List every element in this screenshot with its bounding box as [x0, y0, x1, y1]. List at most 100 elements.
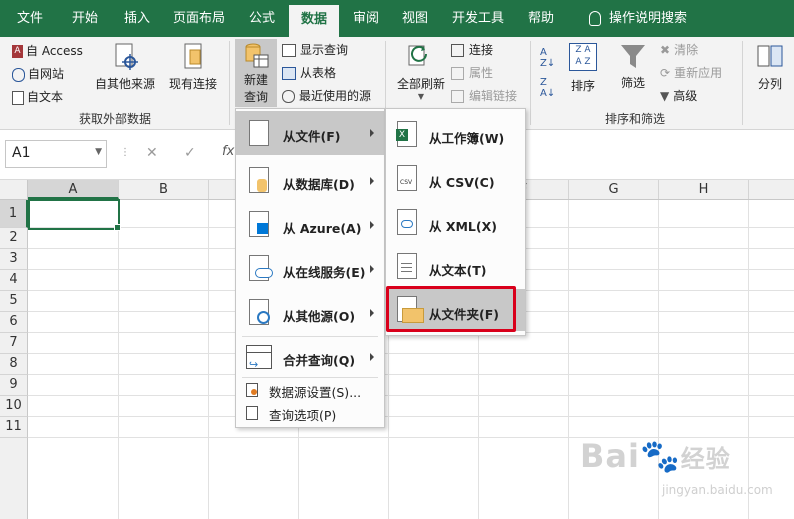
text-icon [12, 90, 24, 105]
tell-me-search[interactable]: 操作说明搜索 [578, 0, 698, 37]
lightbulb-icon [588, 11, 601, 26]
column-header-g[interactable]: G [569, 180, 659, 199]
submenu-item-from-csv[interactable]: CSV 从 CSV(C) [386, 157, 525, 201]
submenu-arrow-icon [370, 129, 374, 137]
row-header-2[interactable]: 2 [0, 228, 28, 249]
column-header-h[interactable]: H [659, 180, 749, 199]
row-header-10[interactable]: 10 [0, 396, 28, 417]
split-columns-icon [757, 45, 783, 67]
submenu-item-from-workbook[interactable]: X 从工作簿(W) [386, 113, 525, 157]
database-icon [249, 167, 269, 193]
row-header-11[interactable]: 11 [0, 417, 28, 438]
chevron-down-icon: ▼ [95, 147, 102, 157]
cancel-formula-icon[interactable]: ✕ [146, 145, 158, 161]
sort-dialog-icon: Z AA Z [569, 43, 597, 71]
advanced-filter-button[interactable]: ▼ 高级 [660, 87, 697, 104]
menu-item-label: 从数据库(D) [283, 177, 355, 192]
watermark-logo: Bai🐾经验 [580, 437, 731, 475]
tab-insert[interactable]: 插入 [112, 0, 162, 37]
menu-item-from-database[interactable]: 从数据库(D) [236, 159, 384, 203]
sort-button[interactable]: Z AA Z 排序 [564, 39, 602, 99]
edit-links-icon [451, 90, 464, 103]
watermark-brand2: 经验 [680, 445, 731, 473]
row-header-7[interactable]: 7 [0, 333, 28, 354]
menu-item-combine-queries[interactable]: ↪ 合并查询(Q) [236, 337, 384, 377]
from-web-button[interactable]: 自网站 [12, 65, 64, 82]
row-header-5[interactable]: 5 [0, 291, 28, 312]
tab-data[interactable]: 数据 [289, 5, 339, 37]
row-header-1[interactable]: 1 [0, 200, 28, 228]
menu-item-from-file[interactable]: 从文件(F) [236, 111, 384, 155]
selected-cell-a1[interactable] [28, 199, 120, 230]
refresh-all-button[interactable]: 全部刷新 ▼ [393, 39, 449, 107]
menu-divider [242, 377, 378, 378]
get-external-data-group-label: 获取外部数据 [78, 112, 151, 126]
submenu-item-label: 从 XML(X) [429, 219, 497, 234]
access-icon: A [12, 45, 23, 58]
tab-page-layout[interactable]: 页面布局 [165, 0, 233, 37]
row-header-8[interactable]: 8 [0, 354, 28, 375]
menu-item-label: 数据源设置(S)... [269, 385, 362, 400]
properties-button[interactable]: 属性 [451, 64, 493, 81]
connections-button[interactable]: 连接 [451, 41, 493, 58]
row-header-9[interactable]: 9 [0, 375, 28, 396]
split-label: 分列 [757, 77, 782, 91]
submenu-item-label: 从工作簿(W) [429, 131, 505, 146]
submenu-arrow-icon [370, 177, 374, 185]
text-to-columns-button[interactable]: 分列 [750, 39, 790, 99]
row-header-4[interactable]: 4 [0, 270, 28, 291]
from-access-button[interactable]: A自 Access [12, 42, 83, 59]
existing-connections-button[interactable]: 现有连接 [165, 39, 221, 94]
reapply-button[interactable]: ⟳ 重新应用 [660, 64, 722, 81]
row-header-3[interactable]: 3 [0, 249, 28, 270]
existing-connections-icon [184, 43, 202, 69]
tab-developer[interactable]: 开发工具 [444, 0, 512, 37]
submenu-arrow-icon [370, 265, 374, 273]
grid-line [28, 353, 794, 354]
submenu-item-from-xml[interactable]: 从 XML(X) [386, 201, 525, 245]
properties-icon [451, 67, 464, 80]
menu-item-from-other-sources[interactable]: 从其他源(O) [236, 291, 384, 335]
connections-icon [451, 44, 464, 57]
tab-file[interactable]: 文件 [5, 0, 55, 37]
sort-az-button[interactable]: A Z↓ [540, 47, 558, 69]
menu-item-from-online-services[interactable]: 从在线服务(E) [236, 247, 384, 291]
enter-formula-icon[interactable]: ✓ [184, 145, 196, 161]
sort-za-button[interactable]: Z A↓ [540, 77, 558, 99]
fill-handle[interactable] [114, 224, 121, 231]
group-separator [229, 41, 230, 125]
advanced-filter-icon: ▼ [660, 89, 670, 103]
highlight-box [386, 286, 516, 332]
group-separator [742, 41, 743, 125]
show-queries-button[interactable]: 显示查询 [282, 41, 348, 58]
xml-icon [397, 209, 417, 235]
tab-review[interactable]: 审阅 [342, 0, 390, 37]
tab-view[interactable]: 视图 [392, 0, 438, 37]
clear-filter-button[interactable]: ✖ 清除 [660, 41, 698, 58]
column-header-b[interactable]: B [119, 180, 209, 199]
file-icon [249, 120, 269, 146]
from-other-sources-label: 自其他来源 [94, 77, 155, 91]
from-web-label: 自网站 [28, 67, 65, 81]
submenu-item-from-text[interactable]: 从文本(T) [386, 245, 525, 289]
new-query-button[interactable]: 新建 查询 [235, 39, 277, 107]
select-all-corner[interactable] [0, 180, 28, 199]
tab-help[interactable]: 帮助 [518, 0, 564, 37]
grid-line [28, 395, 794, 396]
row-header-6[interactable]: 6 [0, 312, 28, 333]
menu-item-from-azure[interactable]: 从 Azure(A) [236, 203, 384, 247]
tab-formulas[interactable]: 公式 [238, 0, 286, 37]
from-text-button[interactable]: 自文本 [12, 88, 63, 105]
name-box[interactable]: A1 ▼ [5, 140, 107, 168]
edit-links-button[interactable]: 编辑链接 [451, 87, 517, 104]
tab-home[interactable]: 开始 [60, 0, 110, 37]
watermark-brand: Bai [580, 437, 640, 475]
column-header-a[interactable]: A [28, 180, 119, 199]
menu-item-data-source-settings[interactable]: 数据源设置(S)... [236, 379, 384, 401]
filter-button[interactable]: 筛选 [612, 39, 654, 99]
menu-item-query-options[interactable]: 查询选项(P) [236, 402, 384, 424]
insert-function-icon[interactable]: fx [222, 144, 234, 159]
recent-sources-button[interactable]: 最近使用的源 [282, 87, 371, 104]
from-other-sources-button[interactable]: 自其他来源 [93, 39, 157, 94]
from-table-button[interactable]: 从表格 [282, 64, 336, 81]
